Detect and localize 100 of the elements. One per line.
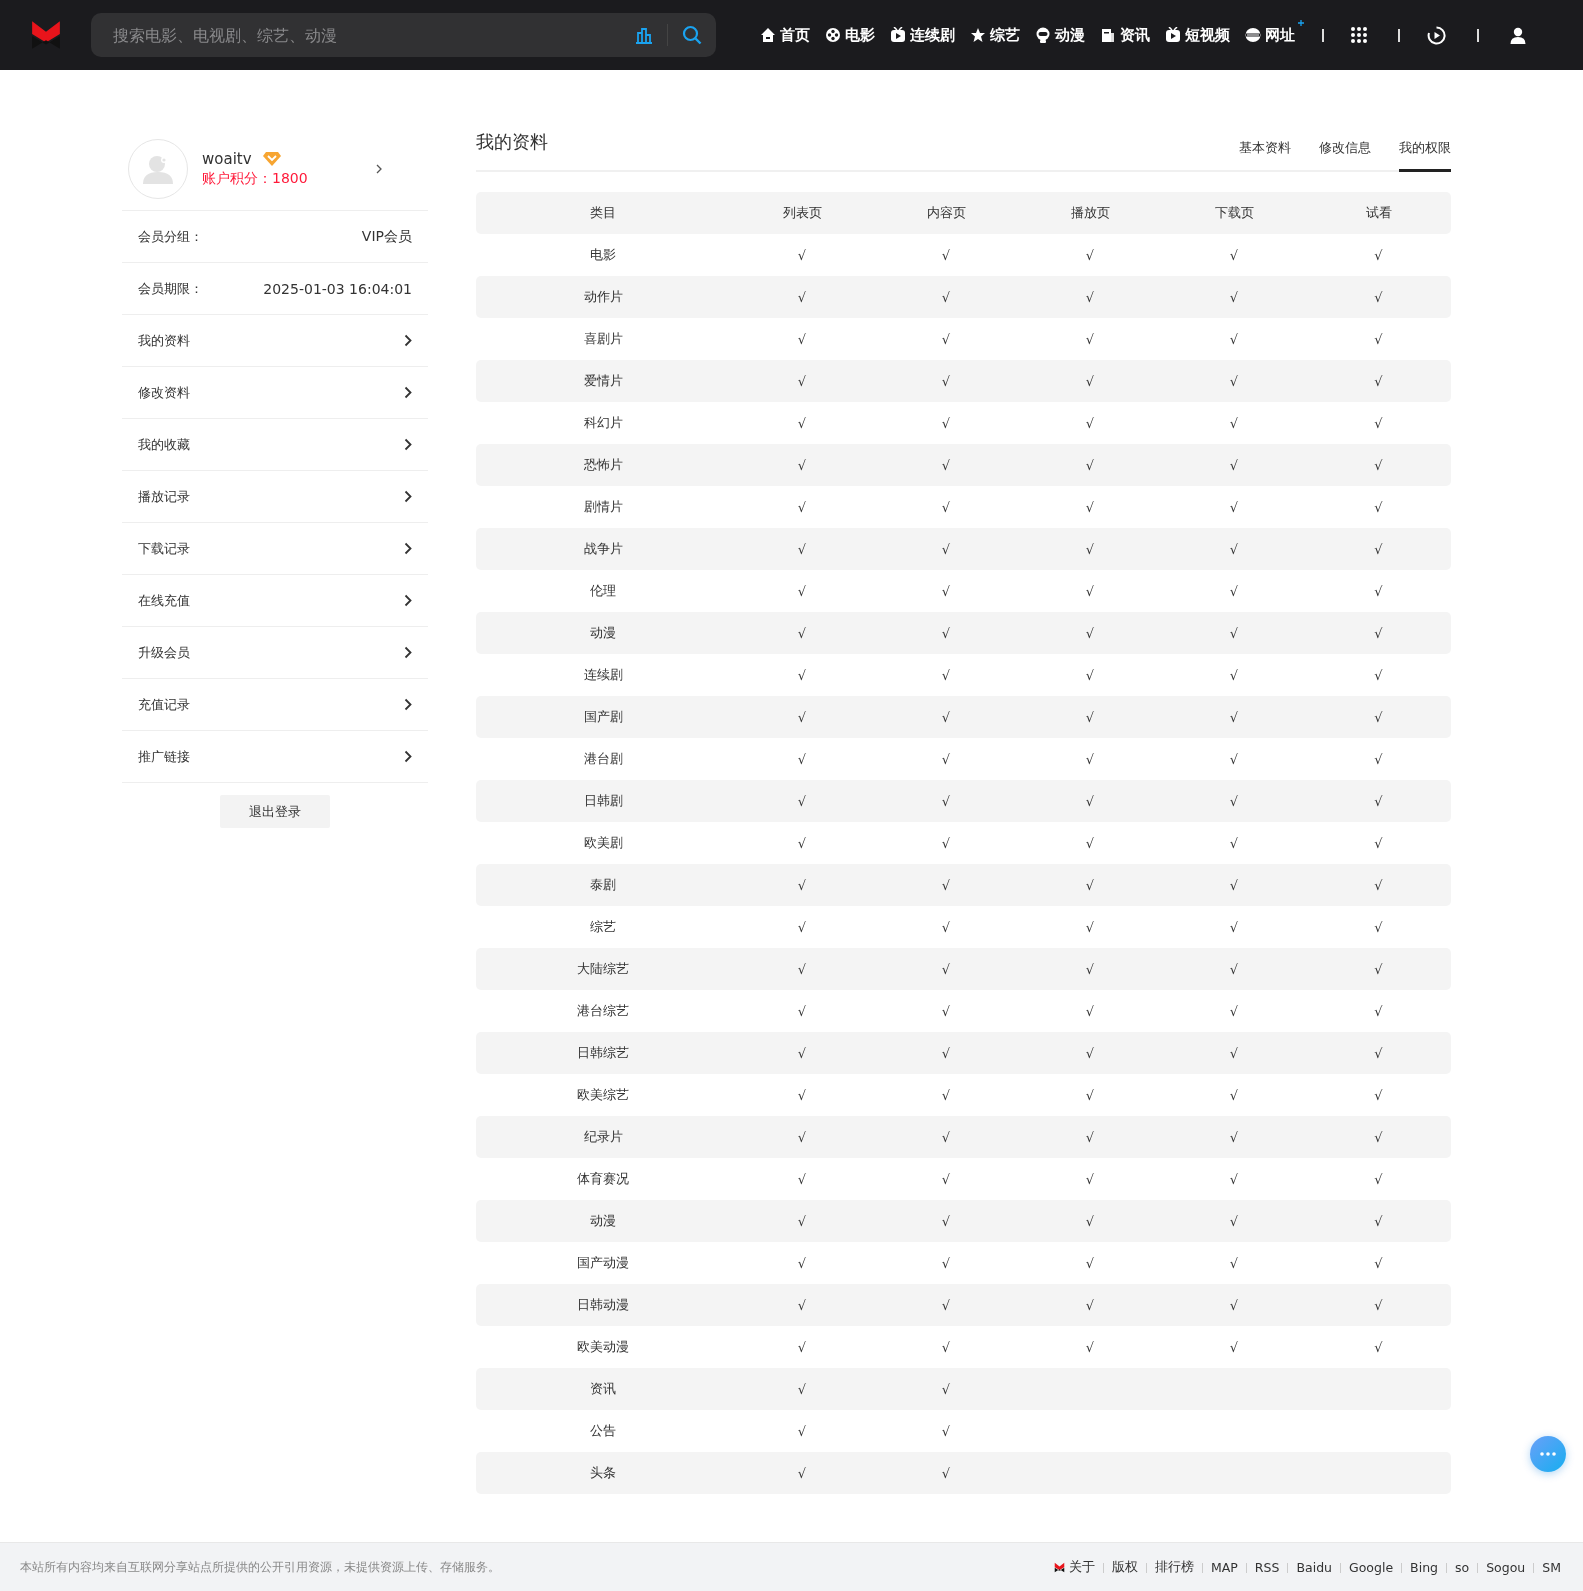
tab[interactable]: 我的权限 <box>1399 139 1451 172</box>
footer-link[interactable]: Sogou <box>1486 1560 1526 1575</box>
play-history-icon[interactable] <box>1427 25 1446 45</box>
check-mark: √ <box>940 1465 952 1481</box>
check-mark: √ <box>1373 415 1384 431</box>
footer-link[interactable]: Google <box>1349 1560 1394 1575</box>
menu-item[interactable]: 下载记录 <box>122 523 428 575</box>
check-mark: √ <box>1373 751 1384 767</box>
info-label: 会员期限： <box>138 279 203 298</box>
check-mark: √ <box>1084 415 1096 431</box>
avatar-icon <box>142 154 174 184</box>
nav-link[interactable]: 动漫 <box>1035 25 1085 45</box>
menu-item[interactable]: 升级会员 <box>122 627 428 679</box>
nav-link[interactable]: 首页 <box>760 25 810 45</box>
nav-link[interactable]: 连续剧 <box>890 25 955 45</box>
check-mark: √ <box>1228 877 1240 893</box>
check-mark: √ <box>940 835 952 851</box>
footer-link[interactable]: so <box>1455 1560 1470 1575</box>
chevron-right-icon <box>404 594 412 607</box>
menu-item[interactable]: 推广链接 <box>122 731 428 783</box>
check-mark: √ <box>940 793 952 809</box>
check-mark: √ <box>1084 331 1096 347</box>
check-mark: √ <box>1373 1045 1384 1061</box>
tv-icon <box>1165 27 1181 43</box>
check-mark: √ <box>1084 793 1096 809</box>
menu-item[interactable]: 在线充值 <box>122 575 428 627</box>
check-mark: √ <box>796 961 808 977</box>
table-cell-text: 泰剧 <box>589 876 617 894</box>
check-mark: √ <box>1373 331 1384 347</box>
table-cell-text: 战争片 <box>582 540 624 558</box>
nav-link[interactable]: 综艺 <box>970 25 1020 45</box>
menu-item[interactable]: 我的资料 <box>122 315 428 367</box>
search-icon[interactable] <box>682 25 702 45</box>
check-mark: √ <box>940 331 952 347</box>
table-cell-text: 日韩动漫 <box>576 1296 630 1314</box>
footer-link[interactable]: 关于 <box>1054 1559 1095 1576</box>
check-mark: √ <box>796 1045 808 1061</box>
check-mark: √ <box>796 1465 808 1481</box>
menu-item[interactable]: 充值记录 <box>122 679 428 731</box>
tab[interactable]: 修改信息 <box>1319 139 1371 172</box>
check-mark: √ <box>1228 1339 1240 1355</box>
search-bar[interactable]: 搜索电影、电视剧、综艺、动漫 <box>91 13 716 57</box>
check-mark: √ <box>1228 1171 1240 1187</box>
check-mark: √ <box>940 1087 952 1103</box>
footer-link[interactable]: Bing <box>1410 1560 1438 1575</box>
check-mark: √ <box>1084 667 1096 683</box>
nav-link[interactable]: 网址 <box>1245 25 1295 45</box>
check-mark: √ <box>796 709 808 725</box>
menu-item[interactable]: 修改资料 <box>122 367 428 419</box>
info-value: 2025-01-03 16:04:01 <box>263 280 412 297</box>
tab[interactable]: 基本资料 <box>1239 139 1291 172</box>
menu-item[interactable]: 我的收藏 <box>122 419 428 471</box>
footer-link[interactable]: RSS <box>1254 1560 1280 1575</box>
chart-icon[interactable] <box>635 26 653 44</box>
search-field[interactable]: 搜索电影、电视剧、综艺、动漫 <box>111 24 635 46</box>
check-mark: √ <box>1084 709 1096 725</box>
user-icon[interactable] <box>1510 26 1526 44</box>
check-mark: √ <box>1084 457 1096 473</box>
check-mark: √ <box>796 1171 808 1187</box>
check-mark: √ <box>1373 961 1384 977</box>
check-mark: √ <box>1373 793 1384 809</box>
check-mark: √ <box>1084 1129 1096 1145</box>
check-mark: √ <box>1373 499 1384 515</box>
table-cell-text: 日韩综艺 <box>576 1044 630 1062</box>
chevron-right-icon[interactable] <box>376 163 382 174</box>
film-reel-icon <box>825 27 841 43</box>
check-mark: √ <box>1084 835 1096 851</box>
nav-link[interactable]: 资讯 <box>1100 25 1150 45</box>
check-mark: √ <box>1228 583 1240 599</box>
footer-link[interactable]: 排行榜 <box>1155 1559 1194 1576</box>
info-value: VIP会员 <box>361 227 412 246</box>
logout-button[interactable]: 退出登录 <box>220 795 330 828</box>
check-mark: √ <box>1373 1339 1384 1355</box>
check-mark: √ <box>1084 247 1096 263</box>
footer-link[interactable]: SM <box>1542 1560 1561 1575</box>
check-mark: √ <box>1373 919 1384 935</box>
more-button[interactable] <box>1530 1436 1566 1472</box>
menu-item[interactable]: 播放记录 <box>122 471 428 523</box>
check-mark: √ <box>940 583 952 599</box>
check-mark: √ <box>940 1297 952 1313</box>
check-mark: √ <box>1084 1045 1096 1061</box>
nav-link[interactable]: 短视频 <box>1165 25 1230 45</box>
footer-link[interactable]: MAP <box>1211 1560 1238 1575</box>
check-mark: √ <box>1084 289 1096 305</box>
footer-link[interactable]: 版权 <box>1112 1559 1138 1576</box>
check-mark: √ <box>1228 1255 1240 1271</box>
check-mark: √ <box>940 1381 952 1397</box>
column-header: 列表页 <box>781 204 823 222</box>
table-cell-text: 恐怖片 <box>582 456 624 474</box>
check-mark: √ <box>1228 1297 1240 1313</box>
check-mark: √ <box>1228 247 1240 263</box>
check-mark: √ <box>1373 1003 1384 1019</box>
footer-link[interactable]: Baidu <box>1296 1560 1332 1575</box>
nav-link[interactable]: 电影 <box>825 25 875 45</box>
column-header: 下载页 <box>1213 204 1255 222</box>
chevron-right-icon <box>404 542 412 555</box>
grid-icon[interactable] <box>1351 27 1367 43</box>
check-mark: √ <box>1373 457 1384 473</box>
check-mark: √ <box>1228 457 1240 473</box>
column-header: 内容页 <box>925 204 967 222</box>
